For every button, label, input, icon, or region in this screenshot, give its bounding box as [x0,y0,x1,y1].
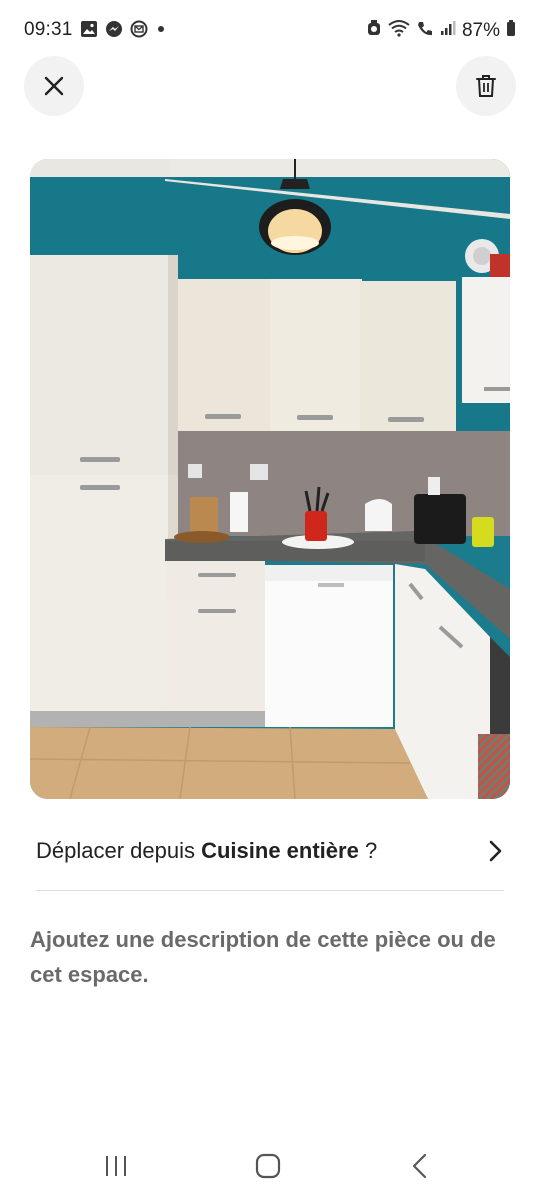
dot-icon [155,20,167,38]
room-name: Cuisine entière [201,838,359,863]
gallery-icon [80,20,98,38]
trash-icon [476,75,496,97]
close-button[interactable] [24,56,84,116]
chevron-right-icon [489,840,502,862]
back-icon [412,1153,427,1179]
wifi-icon [388,19,410,42]
system-status-icons: 87% [366,19,516,42]
messenger-icon [105,20,123,38]
move-room-row[interactable]: Déplacer depuis Cuisine entière ? [36,828,504,874]
status-bar: 09:31 87% [0,0,540,62]
notification-icons [80,20,167,38]
recent-apps-icon [106,1156,126,1176]
move-room-label: Déplacer depuis Cuisine entière ? [36,838,377,864]
navigation-bar [0,1130,540,1200]
status-time: 09:31 [24,19,73,40]
room-photo[interactable] [30,159,510,799]
home-icon [255,1153,281,1179]
battery-level: 87% [461,19,500,41]
kitchen-photo-illustration [30,159,510,799]
home-button[interactable] [238,1148,298,1184]
wifi-call-icon [416,19,434,42]
move-suffix: ? [358,838,378,863]
close-icon [44,76,64,96]
back-button[interactable] [390,1148,450,1184]
mail-icon [130,20,148,38]
battery-icon [506,19,516,42]
delete-button[interactable] [456,56,516,116]
description-field[interactable]: Ajoutez une description de cette pièce o… [30,922,520,992]
alarm-icon [366,19,382,42]
signal-icon [440,19,456,42]
recent-apps-button[interactable] [86,1148,146,1184]
move-prefix: Déplacer depuis [36,838,202,863]
divider [36,890,504,891]
